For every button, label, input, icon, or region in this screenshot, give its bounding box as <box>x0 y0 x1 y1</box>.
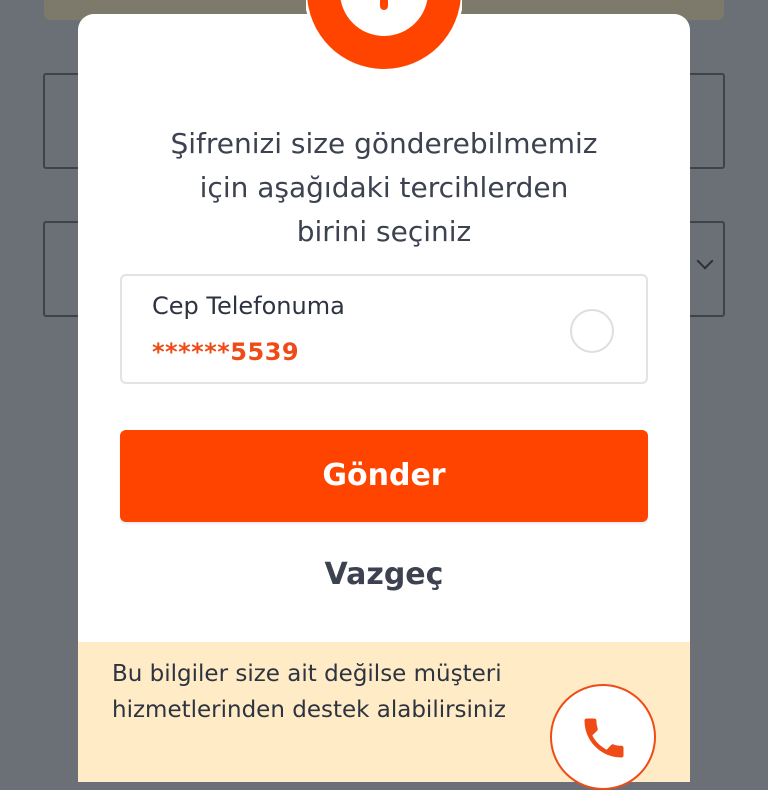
cancel-button[interactable]: Vazgeç <box>120 546 648 604</box>
delivery-option-mobile[interactable]: Cep Telefonuma ******5539 <box>120 274 648 384</box>
support-help-text: Bu bilgiler size ait değilse müşteri hiz… <box>112 661 506 723</box>
option-title: Cep Telefonuma <box>152 292 345 320</box>
call-support-button[interactable] <box>550 684 656 790</box>
option-radio[interactable] <box>570 309 614 353</box>
send-button[interactable]: Gönder <box>120 430 648 522</box>
support-help-section: Bu bilgiler size ait değilse müşteri hiz… <box>78 642 690 790</box>
masked-phone-number: ******5539 <box>152 338 300 366</box>
password-delivery-dialog: Şifrenizi size gönderebilmemiz için aşağ… <box>78 0 690 790</box>
dialog-message: Şifrenizi size gönderebilmemiz için aşağ… <box>170 127 598 248</box>
exclamation-icon <box>306 0 462 74</box>
phone-icon <box>584 718 624 758</box>
chevron-down-icon <box>696 252 714 270</box>
